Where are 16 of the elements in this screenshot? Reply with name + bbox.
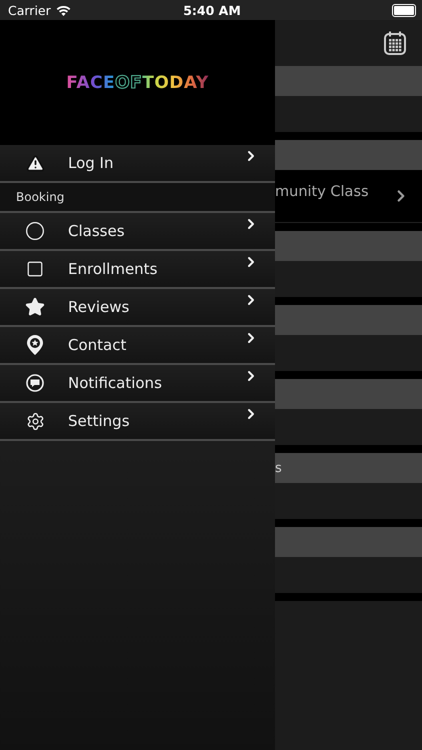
circle-icon <box>25 221 45 241</box>
square-icon <box>26 260 44 278</box>
wifi-icon <box>56 4 71 16</box>
menu-item[interactable]: Contact <box>0 327 275 365</box>
menu-item[interactable]: Reviews <box>0 289 275 327</box>
star-icon <box>25 297 45 317</box>
section-title: s <box>275 460 282 476</box>
settings-icon <box>26 412 44 430</box>
calendar-icon[interactable] <box>384 31 406 55</box>
battery-icon <box>392 4 416 16</box>
warning-icon <box>26 154 44 172</box>
map-pin-icon <box>27 335 43 355</box>
section-title: Booking <box>16 190 64 204</box>
chat-bubble-icon <box>26 374 44 392</box>
carrier-name: Carrier <box>8 2 51 18</box>
clock-time: 5:40 AM <box>183 2 241 18</box>
